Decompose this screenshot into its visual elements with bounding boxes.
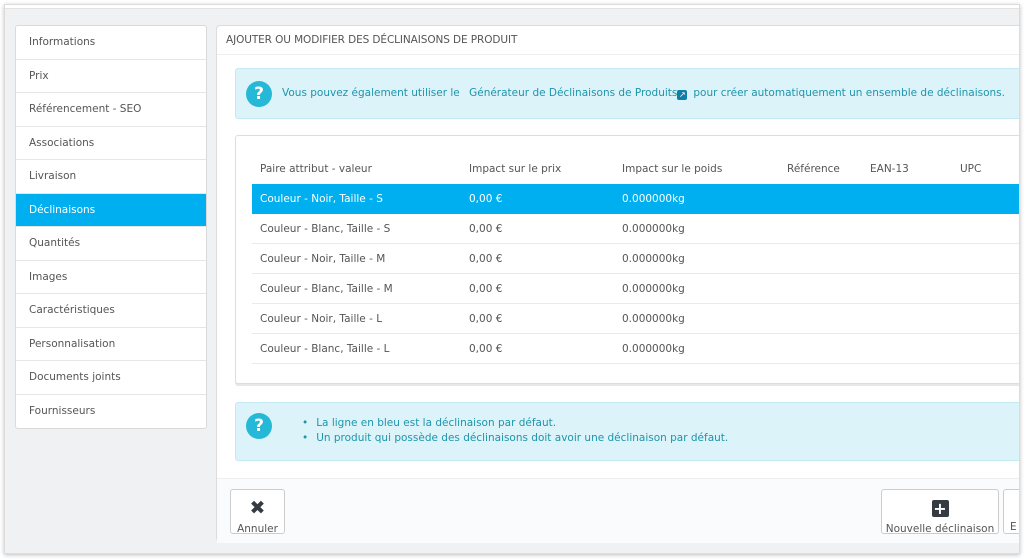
question-circle-icon: ?	[246, 81, 272, 107]
info-prefix: Vous pouvez également utiliser le	[282, 87, 460, 99]
sidebar-item-prix[interactable]: Prix	[16, 60, 206, 93]
new-combination-button-label: Nouvelle déclinaison	[885, 523, 995, 535]
cell-weight: 0.000000kg	[622, 193, 685, 205]
cell-weight: 0.000000kg	[622, 343, 685, 355]
table-row[interactable]: Couleur - Blanc, Taille - S 0,00 € 0.000…	[252, 214, 1019, 244]
question-circle-icon: ?	[246, 413, 272, 439]
sidebar-item-personnalisation[interactable]: Personnalisation	[16, 328, 206, 361]
combinations-table: Paire attribut - valeur Impact sur le pr…	[252, 154, 1019, 364]
top-bar	[5, 5, 1019, 9]
generator-info-text: Vous pouvez également utiliser le Généra…	[282, 87, 1005, 100]
generator-link[interactable]: Générateur de Déclinaisons de Produits	[469, 87, 677, 99]
partial-edge-button[interactable]: E	[1003, 489, 1019, 534]
cell-price: 0,00 €	[469, 343, 503, 355]
table-row[interactable]: Couleur - Noir, Taille - S 0,00 € 0.0000…	[252, 184, 1019, 214]
column-header-price-impact[interactable]: Impact sur le prix	[469, 154, 561, 184]
note-item: La ligne en bleu est la déclinaison par …	[302, 416, 728, 431]
sidebar-item-informations[interactable]: Informations	[16, 26, 206, 60]
cell-pair: Couleur - Noir, Taille - S	[260, 193, 383, 205]
cell-pair: Couleur - Noir, Taille - M	[260, 253, 386, 265]
column-header-upc[interactable]: UPC	[960, 154, 981, 184]
cell-price: 0,00 €	[469, 253, 503, 265]
cell-weight: 0.000000kg	[622, 253, 685, 265]
sidebar-item-caracteristiques[interactable]: Caractéristiques	[16, 294, 206, 328]
sidebar-item-images[interactable]: Images	[16, 261, 206, 294]
cell-weight: 0.000000kg	[622, 283, 685, 295]
app-frame: Informations Prix Référencement - SEO As…	[4, 4, 1020, 554]
notes-list: La ligne en bleu est la déclinaison par …	[302, 416, 728, 446]
cell-weight: 0.000000kg	[622, 223, 685, 235]
table-row[interactable]: Couleur - Noir, Taille - L 0,00 € 0.0000…	[252, 304, 1019, 334]
note-item: Un produit qui possède des déclinaisons …	[302, 431, 728, 446]
column-header-ean13[interactable]: EAN-13	[870, 154, 909, 184]
cell-price: 0,00 €	[469, 313, 503, 325]
close-icon: ✖	[249, 497, 266, 519]
table-row[interactable]: Couleur - Blanc, Taille - L 0,00 € 0.000…	[252, 334, 1019, 364]
external-link-icon[interactable]: ↗	[677, 90, 688, 100]
cell-price: 0,00 €	[469, 223, 503, 235]
cell-pair: Couleur - Noir, Taille - L	[260, 313, 383, 325]
cancel-button[interactable]: ✖ Annuler	[230, 489, 285, 535]
panel-footer: ✖ Annuler + Nouvelle déclinaison E	[217, 478, 1019, 543]
cancel-button-label: Annuler	[237, 523, 278, 535]
sidebar-item-seo[interactable]: Référencement - SEO	[16, 93, 206, 127]
cell-price: 0,00 €	[469, 283, 503, 295]
sidebar-item-livraison[interactable]: Livraison	[16, 160, 206, 194]
info-suffix: pour créer automatiquement un ensemble d…	[693, 87, 1005, 99]
column-header-pair[interactable]: Paire attribut - valeur	[260, 154, 372, 184]
sidebar-item-quantites[interactable]: Quantités	[16, 227, 206, 261]
sidebar-item-declinaisons[interactable]: Déclinaisons	[16, 193, 206, 227]
combinations-panel: AJOUTER OU MODIFIER DES DÉCLINAISONS DE …	[216, 25, 1019, 543]
default-combination-alert: ? La ligne en bleu est la déclinaison pa…	[235, 402, 1019, 461]
cell-pair: Couleur - Blanc, Taille - L	[260, 343, 390, 355]
cell-price: 0,00 €	[469, 193, 503, 205]
sidebar-item-associations[interactable]: Associations	[16, 127, 206, 160]
sidebar-item-fournisseurs[interactable]: Fournisseurs	[16, 395, 206, 429]
column-header-reference[interactable]: Référence	[787, 154, 840, 184]
generator-info-alert: ? Vous pouvez également utiliser le Géné…	[235, 68, 1019, 119]
table-row[interactable]: Couleur - Blanc, Taille - M 0,00 € 0.000…	[252, 274, 1019, 304]
partial-button-label: E	[1010, 521, 1017, 533]
table-row[interactable]: Couleur - Noir, Taille - M 0,00 € 0.0000…	[252, 244, 1019, 274]
cell-pair: Couleur - Blanc, Taille - M	[260, 283, 393, 295]
combinations-table-wrapper: Paire attribut - valeur Impact sur le pr…	[235, 135, 1019, 384]
plus-square-icon: +	[931, 499, 949, 518]
cell-pair: Couleur - Blanc, Taille - S	[260, 223, 391, 235]
new-combination-button[interactable]: + Nouvelle déclinaison	[881, 489, 999, 535]
cell-weight: 0.000000kg	[622, 313, 685, 325]
sidebar-item-documents-joints[interactable]: Documents joints	[16, 361, 206, 395]
column-header-weight-impact[interactable]: Impact sur le poids	[622, 154, 722, 184]
table-header: Paire attribut - valeur Impact sur le pr…	[252, 154, 1019, 184]
panel-title: AJOUTER OU MODIFIER DES DÉCLINAISONS DE …	[217, 26, 1019, 55]
product-tabs-sidebar: Informations Prix Référencement - SEO As…	[15, 25, 207, 429]
